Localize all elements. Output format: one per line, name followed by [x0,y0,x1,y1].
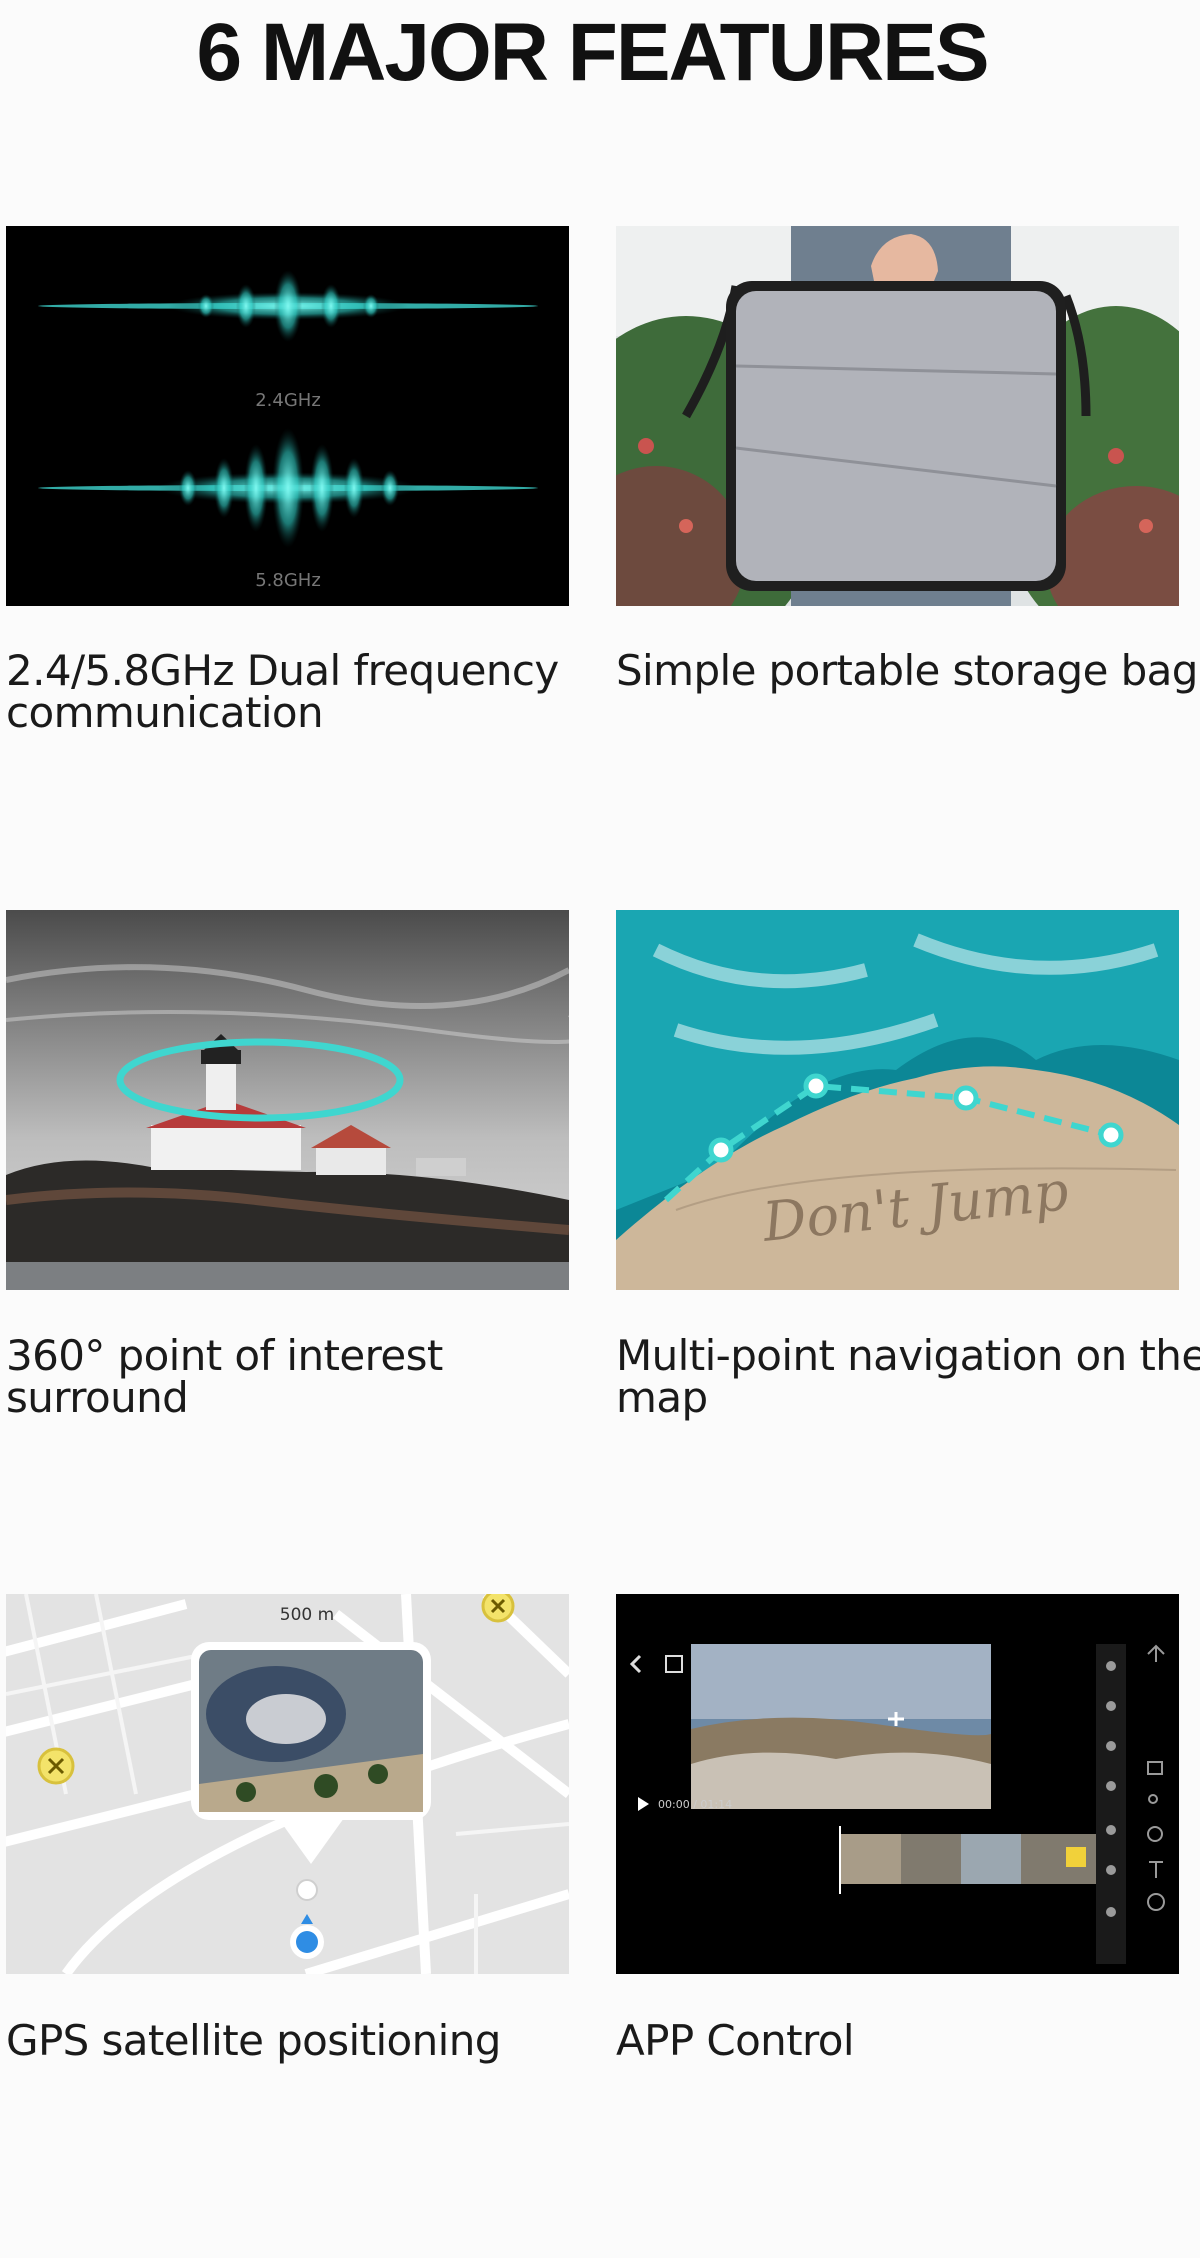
feature-caption-storage-bag: Simple portable storage bag [616,646,1198,695]
map-pin-icon [481,1594,515,1623]
clip-marker-icon [1066,1847,1086,1867]
map-scale-label: 500 m [280,1605,334,1625]
tool-icon [1106,1825,1116,1835]
feature-caption-gps: GPS satellite positioning [6,2016,501,2065]
tool-icon [1106,1741,1116,1751]
feature-caption-point-of-interest: 360° point of interest surround [6,1331,443,1422]
feature-image-gps: 500 m [6,1594,569,1974]
feature-image-storage-bag [616,226,1179,606]
feature-caption-app-control: APP Control [616,2016,855,2065]
waypoint [708,1137,734,1163]
feature-image-point-of-interest [6,910,569,1290]
feature-caption-multi-point-navigation: Multi-point navigation on the map [616,1331,1200,1422]
feature-image-multi-point-navigation: Don't Jump [616,910,1179,1290]
label-2-4ghz: 2.4GHz [255,390,321,411]
tool-icon [1106,1701,1116,1711]
tool-icon [1106,1865,1116,1875]
feature-image-dual-frequency: 2.4GHz 5.8GHz [6,226,569,606]
waypoint [953,1085,979,1111]
label-5-8ghz: 5.8GHz [255,570,321,591]
feature-caption-dual-frequency: 2.4/5.8GHz Dual frequency communication [6,646,559,737]
tool-icon [1106,1907,1116,1917]
waypoint [1098,1122,1124,1148]
feature-image-app-control: 00:00 / 01:14 [616,1594,1179,1974]
waypoint [803,1073,829,1099]
page-title: 6 MAJOR FEATURES [196,7,989,98]
tool-icon [1106,1661,1116,1671]
video-time: 00:00 / 01:14 [658,1798,732,1811]
map-pin-icon [37,1747,75,1785]
tool-icon [1106,1781,1116,1791]
